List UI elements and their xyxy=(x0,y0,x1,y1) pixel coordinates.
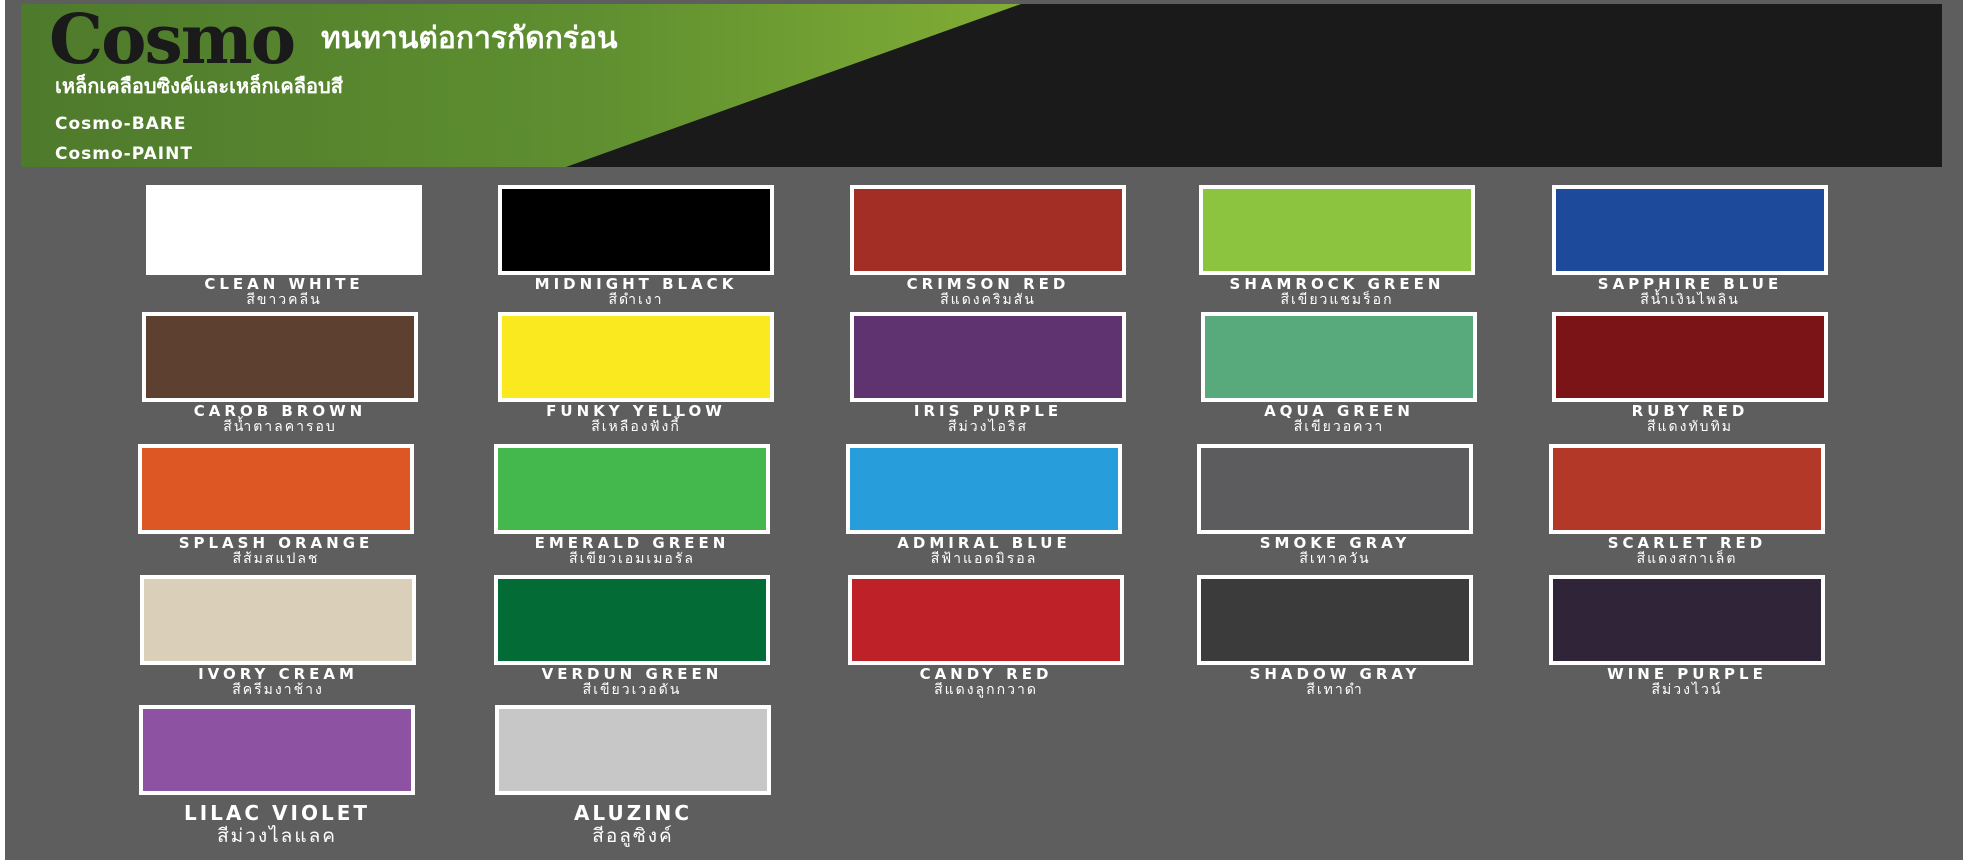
swatch-funky-yellow: FUNKY YELLOW สีเหลืองฟังกี้ xyxy=(498,312,774,442)
header-banner: Cosmo ทนทานต่อการกัดกร่อน เหล็กเคลือบซิง… xyxy=(21,4,1942,167)
color-name-th: สีแดงลูกกวาด xyxy=(934,682,1038,698)
color-name-th: สีแดงคริมสัน xyxy=(940,292,1036,308)
swatch-emerald-green: EMERALD GREEN สีเขียวเอมเมอรัล xyxy=(494,444,770,574)
color-name-en: MIDNIGHT BLACK xyxy=(534,275,738,293)
color-name-en: SCARLET RED xyxy=(1607,534,1767,552)
color-name-th: สีดำเงา xyxy=(608,292,664,308)
color-chip xyxy=(494,444,770,534)
swatch-verdun-green: VERDUN GREEN สีเขียวเวอดัน xyxy=(494,575,770,705)
color-name-th: สีฟ้าแอดมิรอล xyxy=(930,551,1038,567)
color-name-en: CLEAN WHITE xyxy=(204,275,364,293)
tagline: ทนทานต่อการกัดกร่อน xyxy=(321,21,618,56)
color-name-en: ALUZINC xyxy=(573,801,693,825)
color-chip xyxy=(1552,185,1828,275)
color-name-en: SAPPHIRE BLUE xyxy=(1597,275,1783,293)
color-name-en: AQUA GREEN xyxy=(1264,402,1414,420)
color-chip xyxy=(142,312,418,402)
color-name-en: CANDY RED xyxy=(919,665,1053,683)
color-name-en: WINE PURPLE xyxy=(1607,665,1767,683)
swatch-shamrock-green: SHAMROCK GREEN สีเขียวแชมร็อก xyxy=(1199,185,1475,315)
swatch-iris-purple: IRIS PURPLE สีม่วงไอริส xyxy=(850,312,1126,442)
swatch-lilac-violet: LILAC VIOLET สีม่วงไลแลค xyxy=(139,705,415,846)
color-name-en: FUNKY YELLOW xyxy=(546,402,726,420)
color-chip xyxy=(850,185,1126,275)
color-name-en: SHADOW GRAY xyxy=(1249,665,1421,683)
color-name-th: สีเขียวอควา xyxy=(1293,419,1385,435)
color-name-th: สีม่วงไอริส xyxy=(948,419,1028,435)
color-chip xyxy=(1552,312,1828,402)
color-name-th: สีเขียวแชมร็อก xyxy=(1280,292,1394,308)
swatch-aluzinc: ALUZINC สีอลูซิงค์ xyxy=(495,705,771,846)
color-name-en: RUBY RED xyxy=(1631,402,1749,420)
color-name-th: สีแดงสกาเล็ต xyxy=(1636,551,1738,567)
color-chip xyxy=(146,185,422,275)
color-name-en: ADMIRAL BLUE xyxy=(897,534,1071,552)
color-name-th: สีเทาดำ xyxy=(1306,682,1364,698)
color-name-th: สีเหลืองฟังกี้ xyxy=(591,419,681,435)
color-chip xyxy=(140,575,416,665)
color-name-th: สีอลูซิงค์ xyxy=(592,825,674,847)
color-chip xyxy=(1197,575,1473,665)
swatch-admiral-blue: ADMIRAL BLUE สีฟ้าแอดมิรอล xyxy=(846,444,1122,574)
product-bare-label: Cosmo-BARE xyxy=(55,114,187,134)
color-name-th: สีน้ำตาลคารอบ xyxy=(223,419,337,435)
subtitle: เหล็กเคลือบซิงค์และเหล็กเคลือบสี xyxy=(55,74,343,98)
color-chip xyxy=(1201,312,1477,402)
brand-logo: Cosmo xyxy=(49,4,296,80)
color-name-en: CAROB BROWN xyxy=(193,402,367,420)
color-name-th: สีม่วงไวน์ xyxy=(1651,682,1723,698)
swatch-ivory-cream: IVORY CREAM สีครีมงาช้าง xyxy=(140,575,416,705)
color-chip xyxy=(139,705,415,795)
swatch-smoke-gray: SMOKE GRAY สีเทาควัน xyxy=(1197,444,1473,574)
color-chip xyxy=(138,444,414,534)
swatch-carob-brown: CAROB BROWN สีน้ำตาลคารอบ xyxy=(142,312,418,442)
color-chip xyxy=(1549,575,1825,665)
color-name-th: สีแดงทับทิม xyxy=(1646,419,1734,435)
color-chip xyxy=(494,575,770,665)
swatch-ruby-red: RUBY RED สีแดงทับทิม xyxy=(1552,312,1828,442)
color-chip xyxy=(495,705,771,795)
color-name-th: สีเทาควัน xyxy=(1299,551,1371,567)
swatch-wine-purple: WINE PURPLE สีม่วงไวน์ xyxy=(1549,575,1825,705)
color-chip xyxy=(498,312,774,402)
color-name-en: EMERALD GREEN xyxy=(534,534,730,552)
color-name-en: SPLASH ORANGE xyxy=(178,534,374,552)
color-chart-page: Cosmo ทนทานต่อการกัดกร่อน เหล็กเคลือบซิง… xyxy=(5,0,1963,860)
color-name-en: IRIS PURPLE xyxy=(913,402,1063,420)
color-name-th: สีขาวคลีน xyxy=(246,292,322,308)
swatch-scarlet-red: SCARLET RED สีแดงสกาเล็ต xyxy=(1549,444,1825,574)
color-name-en: LILAC VIOLET xyxy=(183,801,371,825)
color-name-en: IVORY CREAM xyxy=(198,665,358,683)
color-chip xyxy=(1199,185,1475,275)
color-name-th: สีเขียวเวอดัน xyxy=(582,682,682,698)
color-name-th: สีน้ำเงินไพลิน xyxy=(1640,292,1740,308)
product-paint-label: Cosmo-PAINT xyxy=(55,144,193,164)
color-chip xyxy=(498,185,774,275)
color-name-en: VERDUN GREEN xyxy=(541,665,723,683)
color-chip xyxy=(1549,444,1825,534)
swatch-aqua-green: AQUA GREEN สีเขียวอควา xyxy=(1201,312,1477,442)
color-name-th: สีครีมงาช้าง xyxy=(232,682,324,698)
color-name-th: สีส้มสแปลช xyxy=(232,551,320,567)
color-name-en: SHAMROCK GREEN xyxy=(1229,275,1445,293)
swatch-splash-orange: SPLASH ORANGE สีส้มสแปลช xyxy=(138,444,414,574)
color-name-en: SMOKE GRAY xyxy=(1259,534,1411,552)
color-chip xyxy=(848,575,1124,665)
color-name-th: สีม่วงไลแลค xyxy=(217,825,337,847)
swatch-shadow-gray: SHADOW GRAY สีเทาดำ xyxy=(1197,575,1473,705)
swatch-clean-white: CLEAN WHITE สีขาวคลีน xyxy=(146,185,422,315)
swatch-sapphire-blue: SAPPHIRE BLUE สีน้ำเงินไพลิน xyxy=(1552,185,1828,315)
color-chip xyxy=(846,444,1122,534)
color-chip xyxy=(1197,444,1473,534)
swatch-candy-red: CANDY RED สีแดงลูกกวาด xyxy=(848,575,1124,705)
swatch-crimson-red: CRIMSON RED สีแดงคริมสัน xyxy=(850,185,1126,315)
color-name-en: CRIMSON RED xyxy=(906,275,1070,293)
color-name-th: สีเขียวเอมเมอรัล xyxy=(569,551,695,567)
color-chip xyxy=(850,312,1126,402)
swatch-midnight-black: MIDNIGHT BLACK สีดำเงา xyxy=(498,185,774,315)
